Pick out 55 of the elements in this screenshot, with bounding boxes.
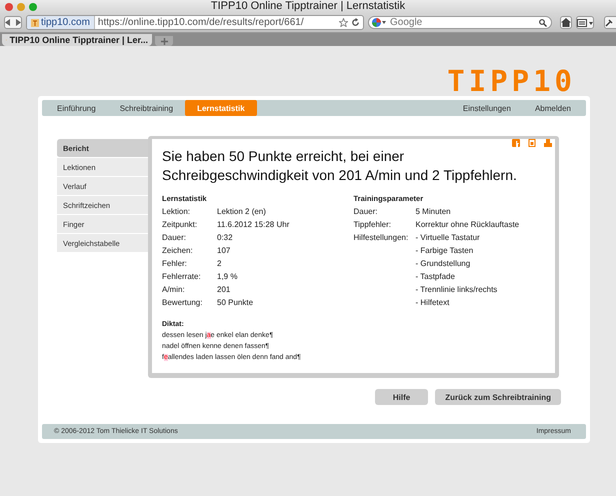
stat-value: 1,9 %: [217, 272, 238, 281]
nav-tab[interactable]: Einstellungen: [450, 100, 523, 116]
url-text: https://online.tipp10.com/de/results/report/661/: [96, 17, 305, 28]
stat-label: Fehlerrate:: [162, 272, 202, 281]
parameter-value: - Hilfetext: [416, 297, 450, 309]
parameter-value: Korrektur ohne Rücklauftaste: [416, 219, 520, 231]
logo: TIPP10: [447, 66, 576, 96]
parameter-value: - Virtuelle Tastatur: [416, 232, 481, 244]
plus-icon: [160, 38, 168, 44]
share-icon[interactable]: [512, 139, 520, 147]
back-forward-button[interactable]: [4, 16, 22, 29]
parameter-value: 5 Minuten: [416, 206, 451, 218]
action-button[interactable]: Hilfe: [374, 389, 428, 405]
zoom-icon[interactable]: [29, 2, 37, 10]
stat-label: Zeichen:: [162, 246, 194, 255]
action-button[interactable]: Zurück zum Schreibtraining: [435, 389, 561, 405]
stat-value: 0:32: [217, 233, 233, 242]
stat-label: Lektion:: [162, 207, 192, 216]
browser-tab[interactable]: TIPP10 Online Tipptrainer | Ler...: [2, 34, 152, 46]
bookmarks-button[interactable]: [576, 16, 594, 29]
parameter-label: Tippfehler:: [354, 219, 392, 231]
stat-value: 201: [217, 285, 230, 294]
parameter-value: - Farbige Tasten: [416, 245, 474, 257]
reload-icon[interactable]: [351, 18, 360, 27]
new-tab-button[interactable]: [155, 36, 173, 46]
nav-tab[interactable]: Schreibtraining: [108, 100, 186, 116]
star-icon[interactable]: [339, 18, 348, 27]
stat-label: Bewertung:: [162, 298, 204, 307]
parameter-label: Hilfestellungen:: [354, 232, 410, 244]
close-icon[interactable]: [5, 2, 13, 10]
printer-icon[interactable]: [544, 139, 552, 147]
document-icon[interactable]: [528, 139, 536, 147]
stat-value: Lektion 2 (en): [217, 207, 266, 216]
minimize-icon[interactable]: [17, 2, 25, 10]
stat-label: A/min:: [162, 285, 186, 294]
search-icon[interactable]: [539, 19, 547, 27]
nav-tab[interactable]: Einführung: [45, 100, 108, 116]
address-field[interactable]: tipp10.com https://online.tipp10.com/de/results/report/661/: [26, 15, 364, 30]
stat-label: Zeitpunkt:: [162, 220, 198, 229]
parameter-value: - Trennlinie links/rechts: [416, 284, 498, 296]
parameter-value: - Grundstellung: [416, 258, 472, 270]
stat-value: 2: [217, 259, 222, 268]
result-headline: Sie haben 50 Punkte erreicht, bei einer Schreibgeschwindigkeit von 201 A/min und 2 Tippfehlern.: [162, 147, 518, 185]
window-title: TIPP10 Online Tipptrainer | Lernstatistik: [210, 0, 406, 13]
parameter-value: - Tastpfade: [416, 271, 456, 283]
parameter-label: Dauer:: [354, 206, 379, 218]
home-button[interactable]: [560, 16, 572, 29]
search-field[interactable]: Google: [368, 16, 552, 29]
stat-value: 50 Punkte: [217, 298, 254, 307]
stat-value: 107: [217, 246, 230, 255]
search-engine-icon[interactable]: [372, 18, 386, 27]
stat-label: Dauer:: [162, 233, 188, 242]
stat-label: Fehler:: [162, 259, 188, 268]
stat-value: 11.6.2012 15:28 Uhr: [217, 220, 290, 229]
nav-tab[interactable]: Abmelden: [522, 100, 583, 116]
